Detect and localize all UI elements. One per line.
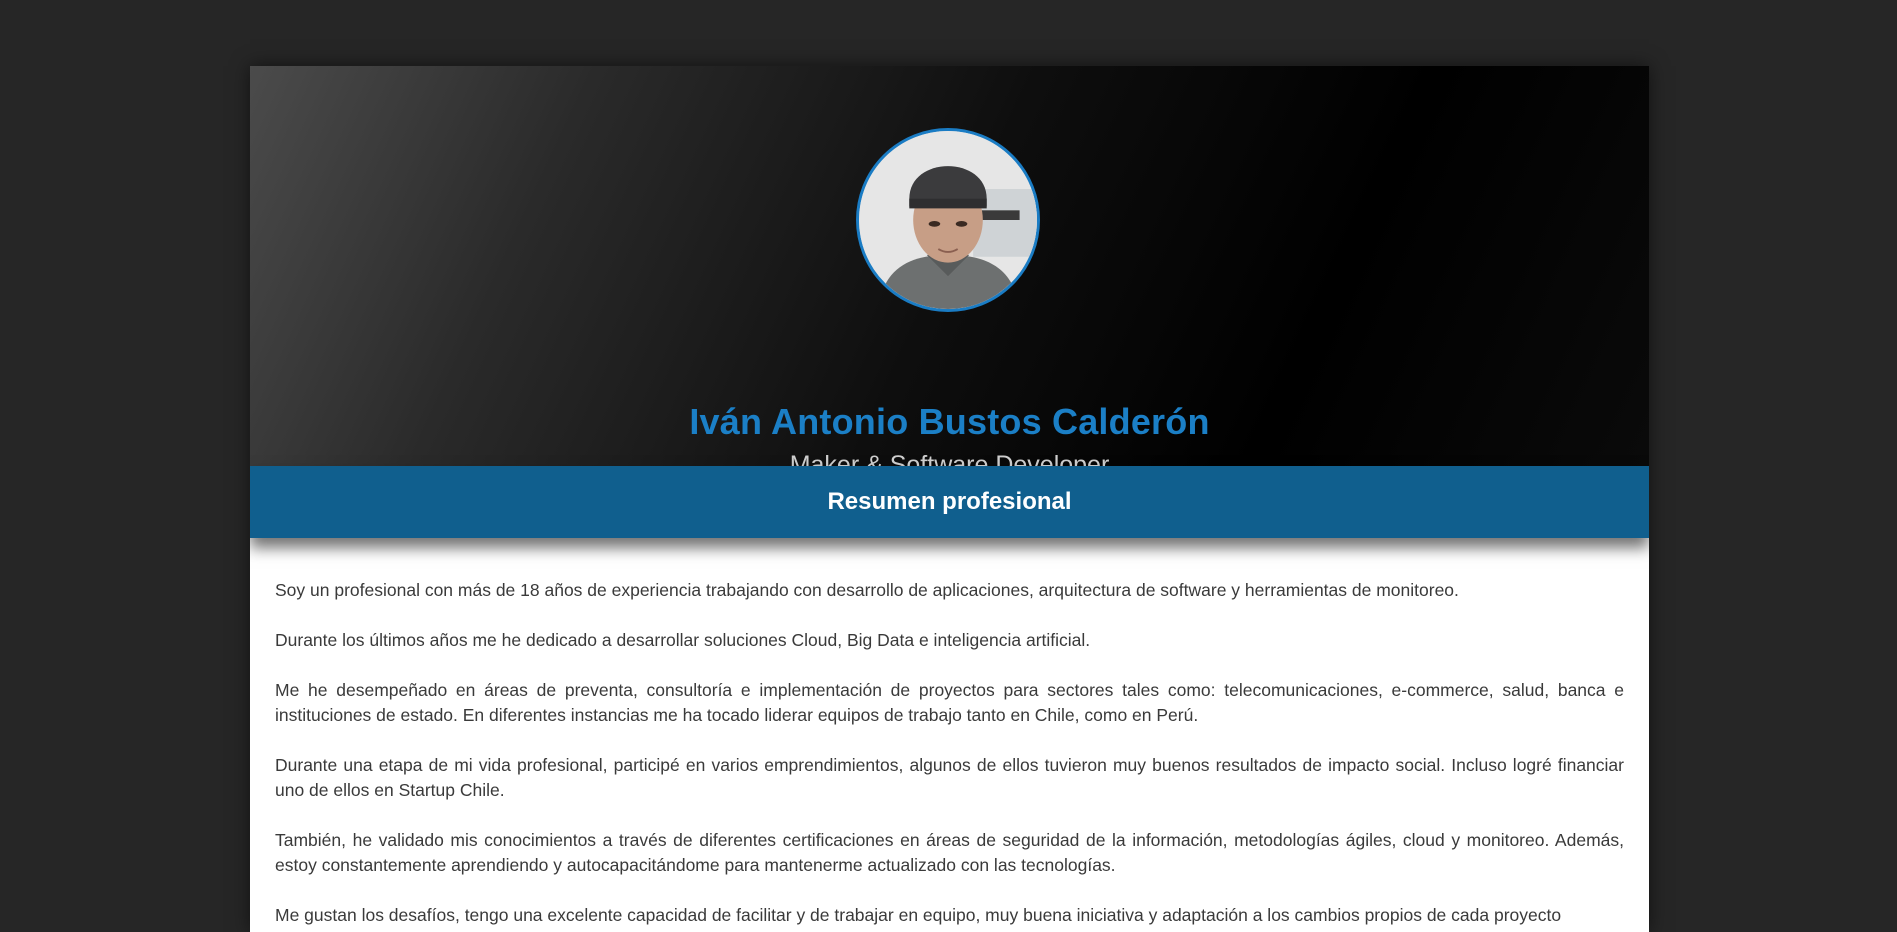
- summary-paragraph: Soy un profesional con más de 18 años de…: [275, 580, 1459, 600]
- summary-paragraph: También, he validado mis conocimientos a…: [275, 830, 1624, 875]
- summary-paragraph: Me gustan los desafíos, tengo una excele…: [275, 905, 1562, 925]
- summary-title: Resumen profesional: [827, 488, 1072, 515]
- summary-content: Soy un profesional con más de 18 años de…: [250, 538, 1649, 928]
- profile-name: Iván Antonio Bustos Calderón: [689, 401, 1210, 442]
- avatar-photo: [859, 131, 1037, 309]
- summary-paragraph: Durante los últimos años me he dedicado …: [275, 630, 1091, 650]
- profile-header: Iván Antonio Bustos Calderón Maker & Sof…: [250, 66, 1649, 479]
- summary-paragraph: Me he desempeñado en áreas de preventa, …: [275, 680, 1624, 725]
- summary-paragraph: Durante una etapa de mi vida profesional…: [275, 755, 1624, 800]
- summary-section-header: Resumen profesional: [250, 466, 1649, 538]
- profile-avatar: [856, 128, 1040, 312]
- resume-page: Iván Antonio Bustos Calderón Maker & Sof…: [250, 66, 1649, 932]
